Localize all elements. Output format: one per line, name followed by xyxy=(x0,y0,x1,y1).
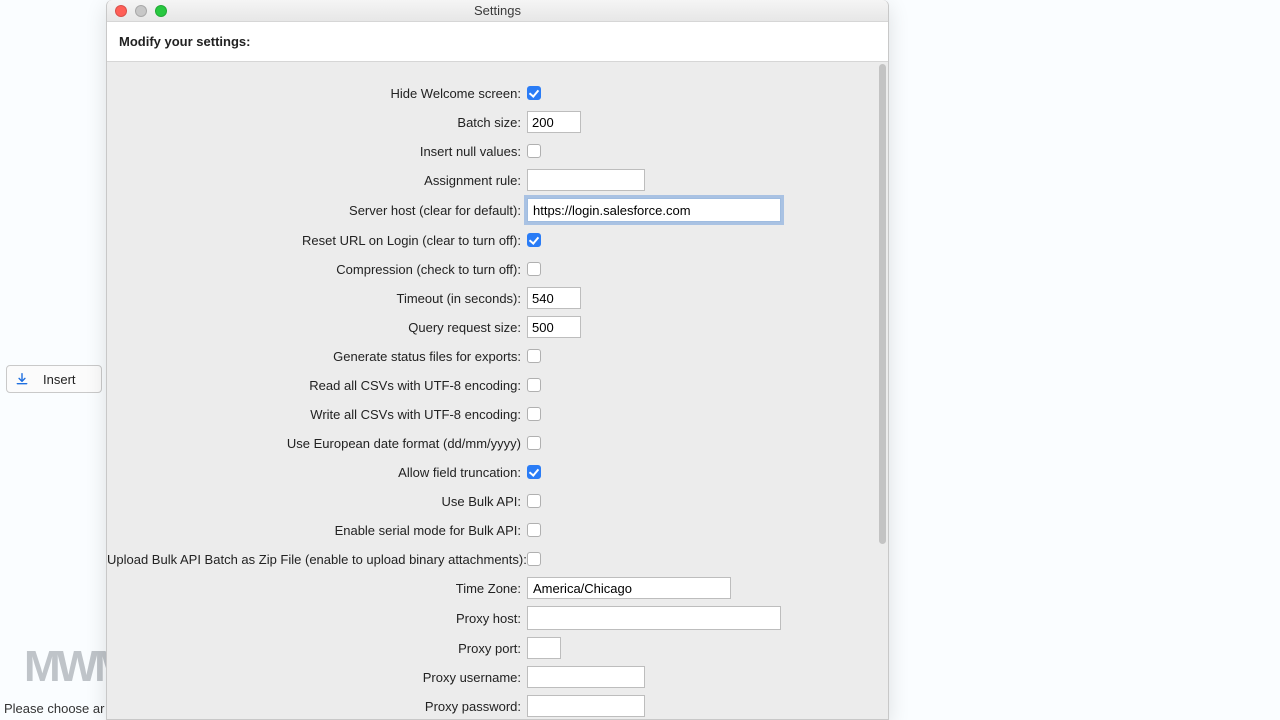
page-title: Modify your settings: xyxy=(107,22,888,62)
timeout-input[interactable] xyxy=(527,287,581,309)
euro-date-checkbox[interactable] xyxy=(527,436,541,450)
gen-status-files-checkbox[interactable] xyxy=(527,349,541,363)
titlebar: Settings xyxy=(107,0,888,22)
proxy-password-input[interactable] xyxy=(527,695,645,717)
compression-checkbox[interactable] xyxy=(527,262,541,276)
zoom-icon[interactable] xyxy=(155,5,167,17)
insert-nulls-label: Insert null values: xyxy=(107,144,527,159)
write-utf8-checkbox[interactable] xyxy=(527,407,541,421)
reset-url-checkbox[interactable] xyxy=(527,233,541,247)
assignment-rule-input[interactable] xyxy=(527,169,645,191)
proxy-host-input[interactable] xyxy=(527,606,781,630)
query-request-size-label: Query request size: xyxy=(107,320,527,335)
proxy-host-label: Proxy host: xyxy=(107,611,527,626)
hide-welcome-checkbox[interactable] xyxy=(527,86,541,100)
proxy-username-label: Proxy username: xyxy=(107,670,527,685)
close-icon[interactable] xyxy=(115,5,127,17)
status-text: Please choose ar xyxy=(4,701,104,716)
proxy-password-label: Proxy password: xyxy=(107,699,527,714)
read-utf8-checkbox[interactable] xyxy=(527,378,541,392)
time-zone-input[interactable] xyxy=(527,577,731,599)
minimize-icon xyxy=(135,5,147,17)
bulk-zip-label: Upload Bulk API Batch as Zip File (enabl… xyxy=(107,552,527,567)
serial-bulk-checkbox[interactable] xyxy=(527,523,541,537)
batch-size-label: Batch size: xyxy=(107,115,527,130)
scrollbar-thumb[interactable] xyxy=(879,64,886,544)
hide-welcome-label: Hide Welcome screen: xyxy=(107,86,527,101)
insert-button-label: Insert xyxy=(43,372,76,387)
use-bulk-api-label: Use Bulk API: xyxy=(107,494,527,509)
time-zone-label: Time Zone: xyxy=(107,581,527,596)
insert-button[interactable]: Insert xyxy=(6,365,102,393)
timeout-label: Timeout (in seconds): xyxy=(107,291,527,306)
window-controls xyxy=(115,5,167,17)
server-host-input[interactable] xyxy=(527,198,781,222)
allow-truncation-checkbox[interactable] xyxy=(527,465,541,479)
read-utf8-label: Read all CSVs with UTF-8 encoding: xyxy=(107,378,527,393)
window-title: Settings xyxy=(474,3,521,18)
server-host-label: Server host (clear for default): xyxy=(107,203,527,218)
batch-size-input[interactable] xyxy=(527,111,581,133)
gen-status-files-label: Generate status files for exports: xyxy=(107,349,527,364)
bulk-zip-checkbox[interactable] xyxy=(527,552,541,566)
insert-nulls-checkbox[interactable] xyxy=(527,144,541,158)
allow-truncation-label: Allow field truncation: xyxy=(107,465,527,480)
reset-url-label: Reset URL on Login (clear to turn off): xyxy=(107,233,527,248)
compression-label: Compression (check to turn off): xyxy=(107,262,527,277)
proxy-port-input[interactable] xyxy=(527,637,561,659)
euro-date-label: Use European date format (dd/mm/yyyy) xyxy=(107,436,527,451)
use-bulk-api-checkbox[interactable] xyxy=(527,494,541,508)
download-icon xyxy=(15,372,29,386)
assignment-rule-label: Assignment rule: xyxy=(107,173,527,188)
form-scroll-area: Hide Welcome screen: Batch size: Insert … xyxy=(107,62,888,719)
settings-window: Settings Modify your settings: Hide Welc… xyxy=(106,0,889,720)
proxy-username-input[interactable] xyxy=(527,666,645,688)
settings-form: Hide Welcome screen: Batch size: Insert … xyxy=(107,62,876,719)
serial-bulk-label: Enable serial mode for Bulk API: xyxy=(107,523,527,538)
write-utf8-label: Write all CSVs with UTF-8 encoding: xyxy=(107,407,527,422)
proxy-port-label: Proxy port: xyxy=(107,641,527,656)
query-request-size-input[interactable] xyxy=(527,316,581,338)
